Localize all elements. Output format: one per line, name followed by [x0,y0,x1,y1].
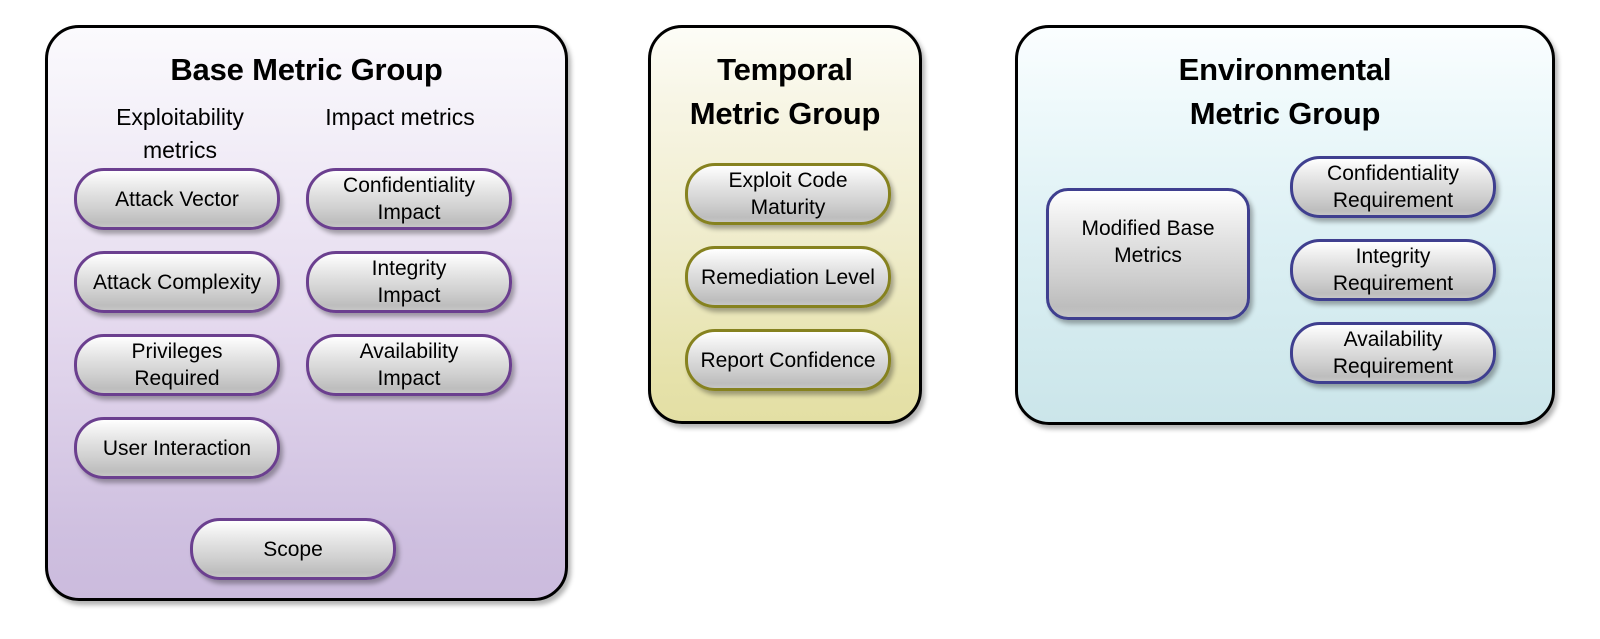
panel-temporal-metric-group: Temporal Metric Group Exploit Code Matur… [648,25,922,424]
metric-label: User Interaction [102,436,252,460]
metric-label: Availability Impact [359,340,459,390]
metric-report-confidence[interactable]: Report Confidence [685,329,891,391]
diagram-canvas: Base Metric Group Exploitability metrics… [0,0,1600,639]
metric-label: Remediation Level [701,265,875,289]
panel-base-metric-group: Base Metric Group Exploitability metrics… [45,25,568,601]
metric-label: Attack Vector [115,187,239,211]
metric-label: Modified Base Metrics [1081,217,1215,267]
panel-temporal-title: Temporal Metric Group [689,52,881,131]
metric-label: Confidentiality Impact [343,174,475,224]
metric-label: Confidentiality Requirement [1327,162,1459,212]
metric-label: Integrity Impact [371,257,447,307]
metric-label: Integrity Requirement [1332,245,1454,295]
metric-privileges-required[interactable]: Privileges Required [74,334,280,396]
metric-label: Scope [263,537,323,561]
metric-exploit-code-maturity[interactable]: Exploit Code Maturity [685,163,891,225]
metric-availability-requirement[interactable]: Availability Requirement [1290,322,1496,384]
metric-modified-base-metrics[interactable]: Modified Base Metrics [1046,188,1250,320]
metric-attack-complexity[interactable]: Attack Complexity [74,251,280,313]
metric-integrity-impact[interactable]: Integrity Impact [306,251,512,313]
panel-environmental-metric-group: Environmental Metric Group Modified Base… [1015,25,1555,425]
metric-scope[interactable]: Scope [190,518,396,580]
metric-label: Exploit Code Maturity [728,169,848,219]
metric-confidentiality-impact[interactable]: Confidentiality Impact [306,168,512,230]
panel-base-title: Base Metric Group [170,52,443,87]
metric-integrity-requirement[interactable]: Integrity Requirement [1290,239,1496,301]
column-caption-impact-metrics: Impact metrics [325,104,475,130]
metric-remediation-level[interactable]: Remediation Level [685,246,891,308]
metric-user-interaction[interactable]: User Interaction [74,417,280,479]
metric-label: Report Confidence [700,348,876,372]
metric-label: Privileges Required [131,340,223,390]
metric-availability-impact[interactable]: Availability Impact [306,334,512,396]
metric-label: Attack Complexity [92,270,262,294]
metric-confidentiality-requirement[interactable]: Confidentiality Requirement [1290,156,1496,218]
panel-environmental-title: Environmental Metric Group [1178,52,1392,131]
metric-attack-vector[interactable]: Attack Vector [74,168,280,230]
column-caption-exploitability-metrics: Exploitability metrics [116,104,244,163]
metric-label: Availability Requirement [1332,328,1454,378]
